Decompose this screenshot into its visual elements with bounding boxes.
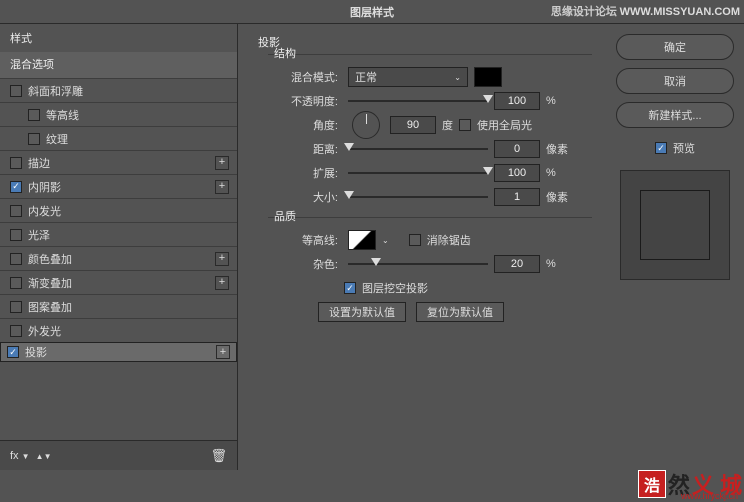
noise-label: 杂色:: [268, 256, 338, 272]
antialias-label: 消除锯齿: [427, 232, 471, 248]
style-item-8[interactable]: 渐变叠加 +: [0, 270, 237, 294]
style-label: 描边: [28, 155, 50, 171]
add-effect-icon[interactable]: +: [215, 180, 229, 194]
opacity-value[interactable]: 100: [494, 92, 540, 110]
settings-panel: 投影 结构 混合模式: 正常⌄ 不透明度: 100 % 角度: 90 度 使用全…: [238, 24, 606, 470]
style-label: 斜面和浮雕: [28, 83, 83, 99]
style-item-7[interactable]: 颜色叠加 +: [0, 246, 237, 270]
action-panel: 确定 取消 新建样式... 预览: [606, 24, 744, 470]
fx-menu[interactable]: fx ▼ ▲▼: [10, 450, 52, 462]
spread-value[interactable]: 100: [494, 164, 540, 182]
style-label: 图案叠加: [28, 299, 72, 315]
size-value[interactable]: 1: [494, 188, 540, 206]
style-checkbox[interactable]: [10, 85, 22, 97]
antialias-checkbox[interactable]: [409, 234, 421, 246]
new-style-button[interactable]: 新建样式...: [616, 102, 734, 128]
angle-value[interactable]: 90: [390, 116, 436, 134]
contour-picker[interactable]: [348, 230, 376, 250]
style-item-11[interactable]: 投影 +: [0, 342, 237, 362]
style-item-4[interactable]: 内阴影 +: [0, 174, 237, 198]
style-checkbox[interactable]: [28, 109, 40, 121]
trash-icon[interactable]: 🗑: [210, 448, 227, 464]
watermark-bottom: 浩 然 义 城 www.hryckj.cn: [638, 468, 742, 500]
quality-group: 品质 等高线: ⌄ 消除锯齿 杂色: 20 % 图层挖空投影 设置为默认值 复位…: [268, 217, 592, 324]
global-light-label: 使用全局光: [477, 117, 532, 133]
make-default-button[interactable]: 设置为默认值: [318, 302, 406, 322]
style-checkbox[interactable]: [10, 325, 22, 337]
preview-checkbox[interactable]: [655, 142, 667, 154]
style-checkbox[interactable]: [10, 181, 22, 193]
contour-label: 等高线:: [268, 232, 338, 248]
style-label: 光泽: [28, 227, 50, 243]
style-item-9[interactable]: 图案叠加: [0, 294, 237, 318]
distance-slider[interactable]: [348, 145, 488, 153]
style-item-1[interactable]: 等高线: [0, 102, 237, 126]
style-checkbox[interactable]: [28, 133, 40, 145]
add-effect-icon[interactable]: +: [215, 276, 229, 290]
style-item-10[interactable]: 外发光: [0, 318, 237, 342]
style-label: 渐变叠加: [28, 275, 72, 291]
structure-group: 结构 混合模式: 正常⌄ 不透明度: 100 % 角度: 90 度 使用全局光: [268, 54, 592, 209]
spread-label: 扩展:: [268, 165, 338, 181]
style-item-0[interactable]: 斜面和浮雕: [0, 78, 237, 102]
style-label: 投影: [25, 344, 47, 360]
structure-label: 结构: [274, 45, 592, 61]
style-item-6[interactable]: 光泽: [0, 222, 237, 246]
blending-options[interactable]: 混合选项: [0, 52, 237, 78]
style-label: 内发光: [28, 203, 61, 219]
add-effect-icon[interactable]: +: [216, 345, 230, 359]
blend-mode-label: 混合模式:: [268, 69, 338, 85]
reset-default-button[interactable]: 复位为默认值: [416, 302, 504, 322]
style-checkbox[interactable]: [10, 277, 22, 289]
styles-header: 样式: [0, 24, 237, 52]
ok-button[interactable]: 确定: [616, 34, 734, 60]
noise-slider[interactable]: [348, 260, 488, 268]
cancel-button[interactable]: 取消: [616, 68, 734, 94]
noise-value[interactable]: 20: [494, 255, 540, 273]
opacity-slider[interactable]: [348, 97, 488, 105]
knockout-checkbox[interactable]: [344, 282, 356, 294]
style-checkbox[interactable]: [10, 301, 22, 313]
preview-label: 预览: [673, 140, 695, 156]
color-swatch[interactable]: [474, 67, 502, 87]
style-item-3[interactable]: 描边 +: [0, 150, 237, 174]
style-label: 纹理: [46, 131, 68, 147]
angle-label: 角度:: [268, 117, 338, 133]
style-checkbox[interactable]: [7, 346, 19, 358]
add-effect-icon[interactable]: +: [215, 252, 229, 266]
style-checkbox[interactable]: [10, 229, 22, 241]
style-checkbox[interactable]: [10, 253, 22, 265]
style-checkbox[interactable]: [10, 205, 22, 217]
spread-slider[interactable]: [348, 169, 488, 177]
add-effect-icon[interactable]: +: [215, 156, 229, 170]
style-label: 颜色叠加: [28, 251, 72, 267]
styles-footer: fx ▼ ▲▼ 🗑: [0, 440, 237, 470]
style-checkbox[interactable]: [10, 157, 22, 169]
style-item-5[interactable]: 内发光: [0, 198, 237, 222]
styles-panel: 样式 混合选项 斜面和浮雕等高线纹理描边 + 内阴影 + 内发光光泽颜色叠加 + 渐变叠加 +…: [0, 24, 238, 470]
style-item-2[interactable]: 纹理: [0, 126, 237, 150]
main-area: 样式 混合选项 斜面和浮雕等高线纹理描边 + 内阴影 + 内发光光泽颜色叠加 + 渐变叠加 +…: [0, 24, 744, 470]
quality-label: 品质: [274, 208, 592, 224]
distance-value[interactable]: 0: [494, 140, 540, 158]
watermark-top: 思缘设计论坛 WWW.MISSYUAN.COM: [551, 0, 740, 25]
distance-label: 距离:: [268, 141, 338, 157]
blend-mode-select[interactable]: 正常⌄: [348, 67, 468, 87]
opacity-label: 不透明度:: [268, 93, 338, 109]
style-label: 内阴影: [28, 179, 61, 195]
size-slider[interactable]: [348, 193, 488, 201]
preview-box: [620, 170, 730, 280]
angle-dial[interactable]: [352, 111, 380, 139]
knockout-label: 图层挖空投影: [362, 280, 428, 296]
style-label: 外发光: [28, 323, 61, 339]
title-bar: 图层样式 思缘设计论坛 WWW.MISSYUAN.COM: [0, 0, 744, 24]
style-label: 等高线: [46, 107, 79, 123]
window-title: 图层样式: [350, 7, 394, 19]
global-light-checkbox[interactable]: [459, 119, 471, 131]
size-label: 大小:: [268, 189, 338, 205]
